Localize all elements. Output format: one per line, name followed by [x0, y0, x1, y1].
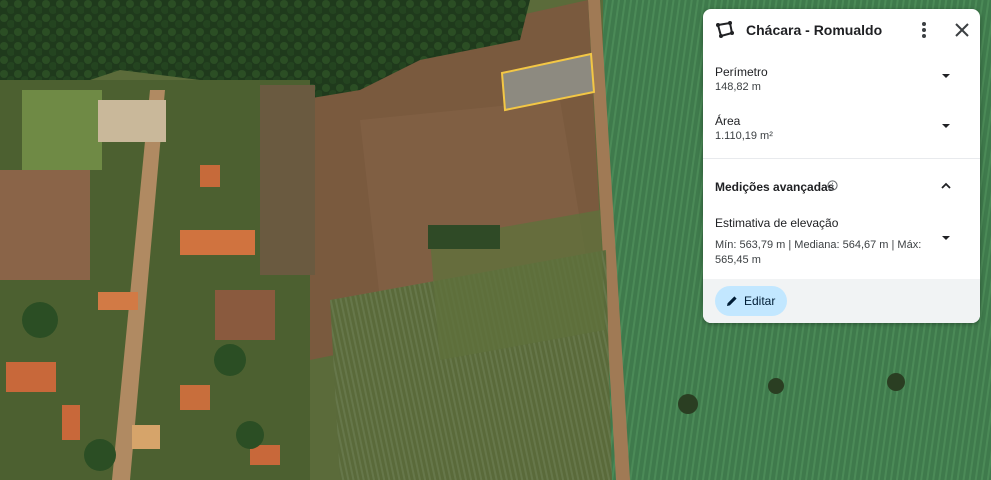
elevation-value: Mín: 563,79 m | Mediana: 564,67 m | Máx:… [715, 239, 922, 266]
caret-down-icon[interactable] [940, 70, 952, 82]
more-options-icon[interactable] [915, 20, 933, 40]
panel-footer: Editar [703, 279, 980, 323]
info-icon[interactable] [827, 180, 838, 191]
caret-down-icon[interactable] [940, 232, 952, 244]
perimeter-label: Perímetro [715, 65, 768, 79]
polygon-area-icon [716, 21, 734, 38]
caret-up-icon[interactable] [940, 180, 952, 192]
area-row[interactable]: Área 1.110,19 m² [703, 109, 980, 154]
caret-down-icon[interactable] [940, 120, 952, 132]
advanced-measurements-label: Medições avançadas [715, 180, 835, 194]
edit-button[interactable]: Editar [715, 286, 787, 316]
panel-title: Chácara - Romualdo [746, 22, 883, 38]
measurement-panel: Chácara - Romualdo Perímetro 148,82 m Ár… [703, 9, 980, 323]
perimeter-row[interactable]: Perímetro 148,82 m [703, 59, 980, 104]
area-value: 1.110,19 m² [715, 130, 773, 142]
panel-header: Chácara - Romualdo [703, 9, 980, 51]
close-icon[interactable] [952, 20, 972, 40]
perimeter-value: 148,82 m [715, 81, 761, 93]
elevation-label: Estimativa de elevação [715, 216, 839, 230]
area-label: Área [715, 114, 741, 128]
edit-label: Editar [744, 294, 776, 308]
section-divider [703, 158, 980, 159]
pencil-icon [727, 296, 737, 306]
